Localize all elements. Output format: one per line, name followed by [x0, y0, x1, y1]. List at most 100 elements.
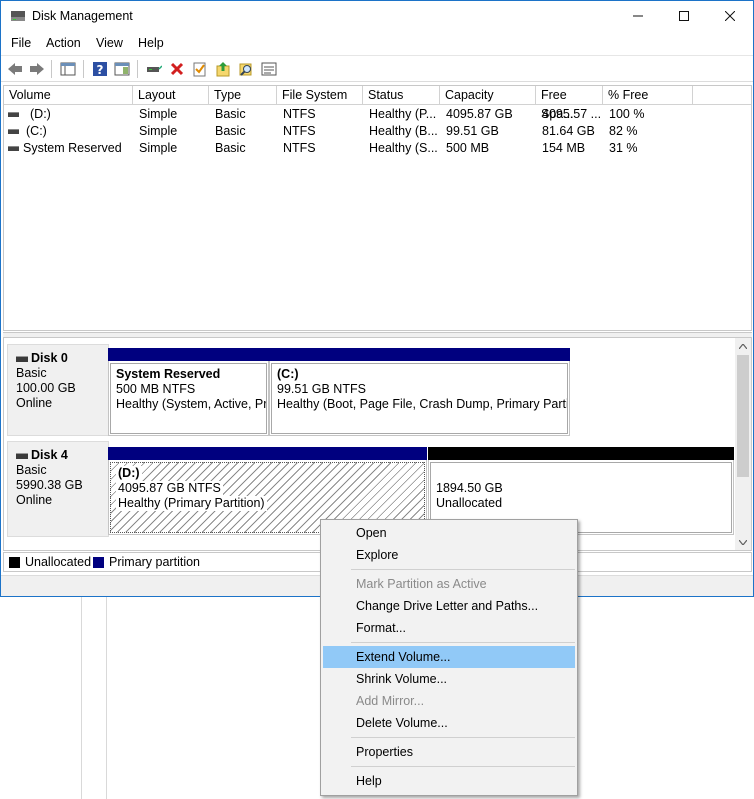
partition-status: Healthy (Boot, Page File, Crash Dump, Pr…: [277, 397, 568, 411]
menu-item-change-drive-letter[interactable]: Change Drive Letter and Paths...: [323, 595, 575, 617]
disk-0-size: 100.00 GB: [16, 381, 76, 395]
menu-item-extend-volume[interactable]: Extend Volume...: [323, 646, 575, 668]
disk-4-name: Disk 4: [31, 448, 68, 462]
table-row[interactable]: (D:) Simple Basic NTFS Healthy (P... 409…: [4, 106, 749, 123]
table-row[interactable]: System Reserved Simple Basic NTFS Health…: [4, 140, 749, 157]
column-header-free-space[interactable]: Free Spa...: [536, 86, 603, 121]
menu-item-open[interactable]: Open: [323, 522, 575, 544]
column-header-file-system[interactable]: File System: [277, 86, 363, 105]
partition-header-bar: [269, 348, 570, 361]
partition-detail: 99.51 GB NTFS: [277, 382, 366, 396]
cell-layout: Simple: [139, 107, 178, 121]
menu-action[interactable]: Action: [46, 36, 81, 50]
scroll-down-icon[interactable]: [735, 534, 751, 550]
properties-check-icon[interactable]: [190, 59, 210, 79]
cell-volume: System Reserved: [23, 141, 122, 155]
menu-item-format[interactable]: Format...: [323, 617, 575, 639]
legend-primary-partition: Primary partition: [109, 555, 200, 569]
scroll-up-icon[interactable]: [735, 338, 751, 354]
context-menu: Open Explore Mark Partition as Active Ch…: [320, 519, 578, 796]
menu-file[interactable]: File: [11, 36, 31, 50]
partition-header-bar: [428, 447, 734, 460]
find-icon[interactable]: [236, 59, 256, 79]
disk-0-status: Online: [16, 396, 53, 410]
primary-partition-swatch: [93, 557, 104, 568]
partition-status: Healthy (Primary Partition): [116, 496, 267, 511]
partition-status: Unallocated: [436, 496, 503, 510]
menu-item-help[interactable]: Help: [323, 770, 575, 792]
menu-item-mark-active: Mark Partition as Active: [356, 577, 487, 591]
disk-management-app-icon: [10, 9, 26, 23]
help-icon[interactable]: ?: [90, 59, 110, 79]
cell-free-space: 154 MB: [542, 141, 586, 155]
menu-separator: [351, 569, 575, 570]
table-row[interactable]: (C:) Simple Basic NTFS Healthy (B... 99.…: [4, 123, 749, 140]
cell-layout: Simple: [139, 141, 178, 155]
column-header-layout[interactable]: Layout: [133, 86, 209, 105]
cell-capacity: 99.51 GB: [446, 124, 499, 138]
forward-arrow-icon[interactable]: [27, 59, 47, 79]
menu-item-shrink-volume[interactable]: Shrink Volume...: [323, 668, 575, 690]
back-arrow-icon[interactable]: [5, 59, 25, 79]
cell-type: Basic: [215, 141, 246, 155]
toolbar-separator: [137, 60, 138, 78]
menu-separator: [351, 737, 575, 738]
disk-0-label[interactable]: Disk 0 Basic 100.00 GB Online: [7, 344, 109, 436]
menu-item-explore[interactable]: Explore: [323, 544, 575, 566]
partition-label: [436, 466, 726, 481]
disk-management-window: Disk Management File Action View Help ?: [0, 0, 754, 597]
partition-status: Healthy (System, Active, Pri: [116, 397, 267, 411]
toolbar-separator: [83, 60, 84, 78]
disk-4-status: Online: [16, 493, 53, 507]
cell-free-space: 4095.57 ...: [542, 107, 602, 121]
partition-system-reserved[interactable]: System Reserved 500 MB NTFS Healthy (Sys…: [108, 348, 269, 436]
disk-4-size: 5990.38 GB: [16, 478, 83, 492]
partition-label: (D:): [116, 466, 142, 481]
menu-help[interactable]: Help: [138, 36, 164, 50]
column-header-volume[interactable]: Volume: [4, 86, 133, 105]
column-header-status[interactable]: Status: [363, 86, 440, 105]
close-button[interactable]: [707, 1, 753, 31]
title-bar[interactable]: Disk Management: [1, 1, 753, 32]
menu-item-delete-volume[interactable]: Delete Volume...: [323, 712, 575, 734]
disk-0-title: Disk 0: [16, 351, 108, 366]
volume-drive-icon: [8, 112, 19, 117]
graph-vertical-scrollbar[interactable]: [735, 338, 751, 550]
rescan-icon[interactable]: [213, 59, 233, 79]
volume-drive-icon: [8, 129, 19, 134]
column-header-percent-free[interactable]: % Free: [603, 86, 693, 105]
disk-4-label[interactable]: Disk 4 Basic 5990.38 GB Online: [7, 441, 109, 537]
menu-bar: File Action View Help: [1, 32, 753, 54]
partition-c[interactable]: (C:) 99.51 GB NTFS Healthy (Boot, Page F…: [269, 348, 570, 436]
partition-header-bar: [108, 447, 427, 460]
cell-status: Healthy (S...: [369, 141, 438, 155]
cell-percent-free: 100 %: [609, 107, 645, 121]
disk-0-name: Disk 0: [31, 351, 68, 365]
cell-status: Healthy (P...: [369, 107, 437, 121]
maximize-button[interactable]: [661, 1, 707, 31]
column-header-type[interactable]: Type: [209, 86, 277, 105]
disk-4-title: Disk 4: [16, 448, 108, 463]
background-divider: [81, 597, 82, 799]
menu-view[interactable]: View: [96, 36, 123, 50]
cell-volume: (D:): [30, 107, 51, 121]
cell-status: Healthy (B...: [369, 124, 438, 138]
minimize-button[interactable]: [615, 1, 661, 31]
scroll-thumb[interactable]: [737, 355, 749, 477]
connect-disk-icon[interactable]: [144, 59, 164, 79]
cell-volume: (C:): [26, 124, 47, 138]
partition-label: (C:): [277, 367, 299, 381]
menu-item-properties[interactable]: Properties: [323, 741, 575, 763]
settings-list-icon[interactable]: [259, 59, 279, 79]
column-header-capacity[interactable]: Capacity: [440, 86, 536, 105]
menu-separator: [351, 642, 575, 643]
action-pane-icon[interactable]: [112, 59, 132, 79]
window-title: Disk Management: [32, 9, 133, 23]
cell-file-system: NTFS: [283, 141, 316, 155]
cell-file-system: NTFS: [283, 124, 316, 138]
console-tree-icon[interactable]: [58, 59, 78, 79]
volume-list[interactable]: Volume Layout Type File System Status Ca…: [3, 85, 752, 331]
cell-capacity: 500 MB: [446, 141, 490, 155]
partition-label: System Reserved: [116, 367, 221, 381]
delete-icon[interactable]: [167, 59, 187, 79]
